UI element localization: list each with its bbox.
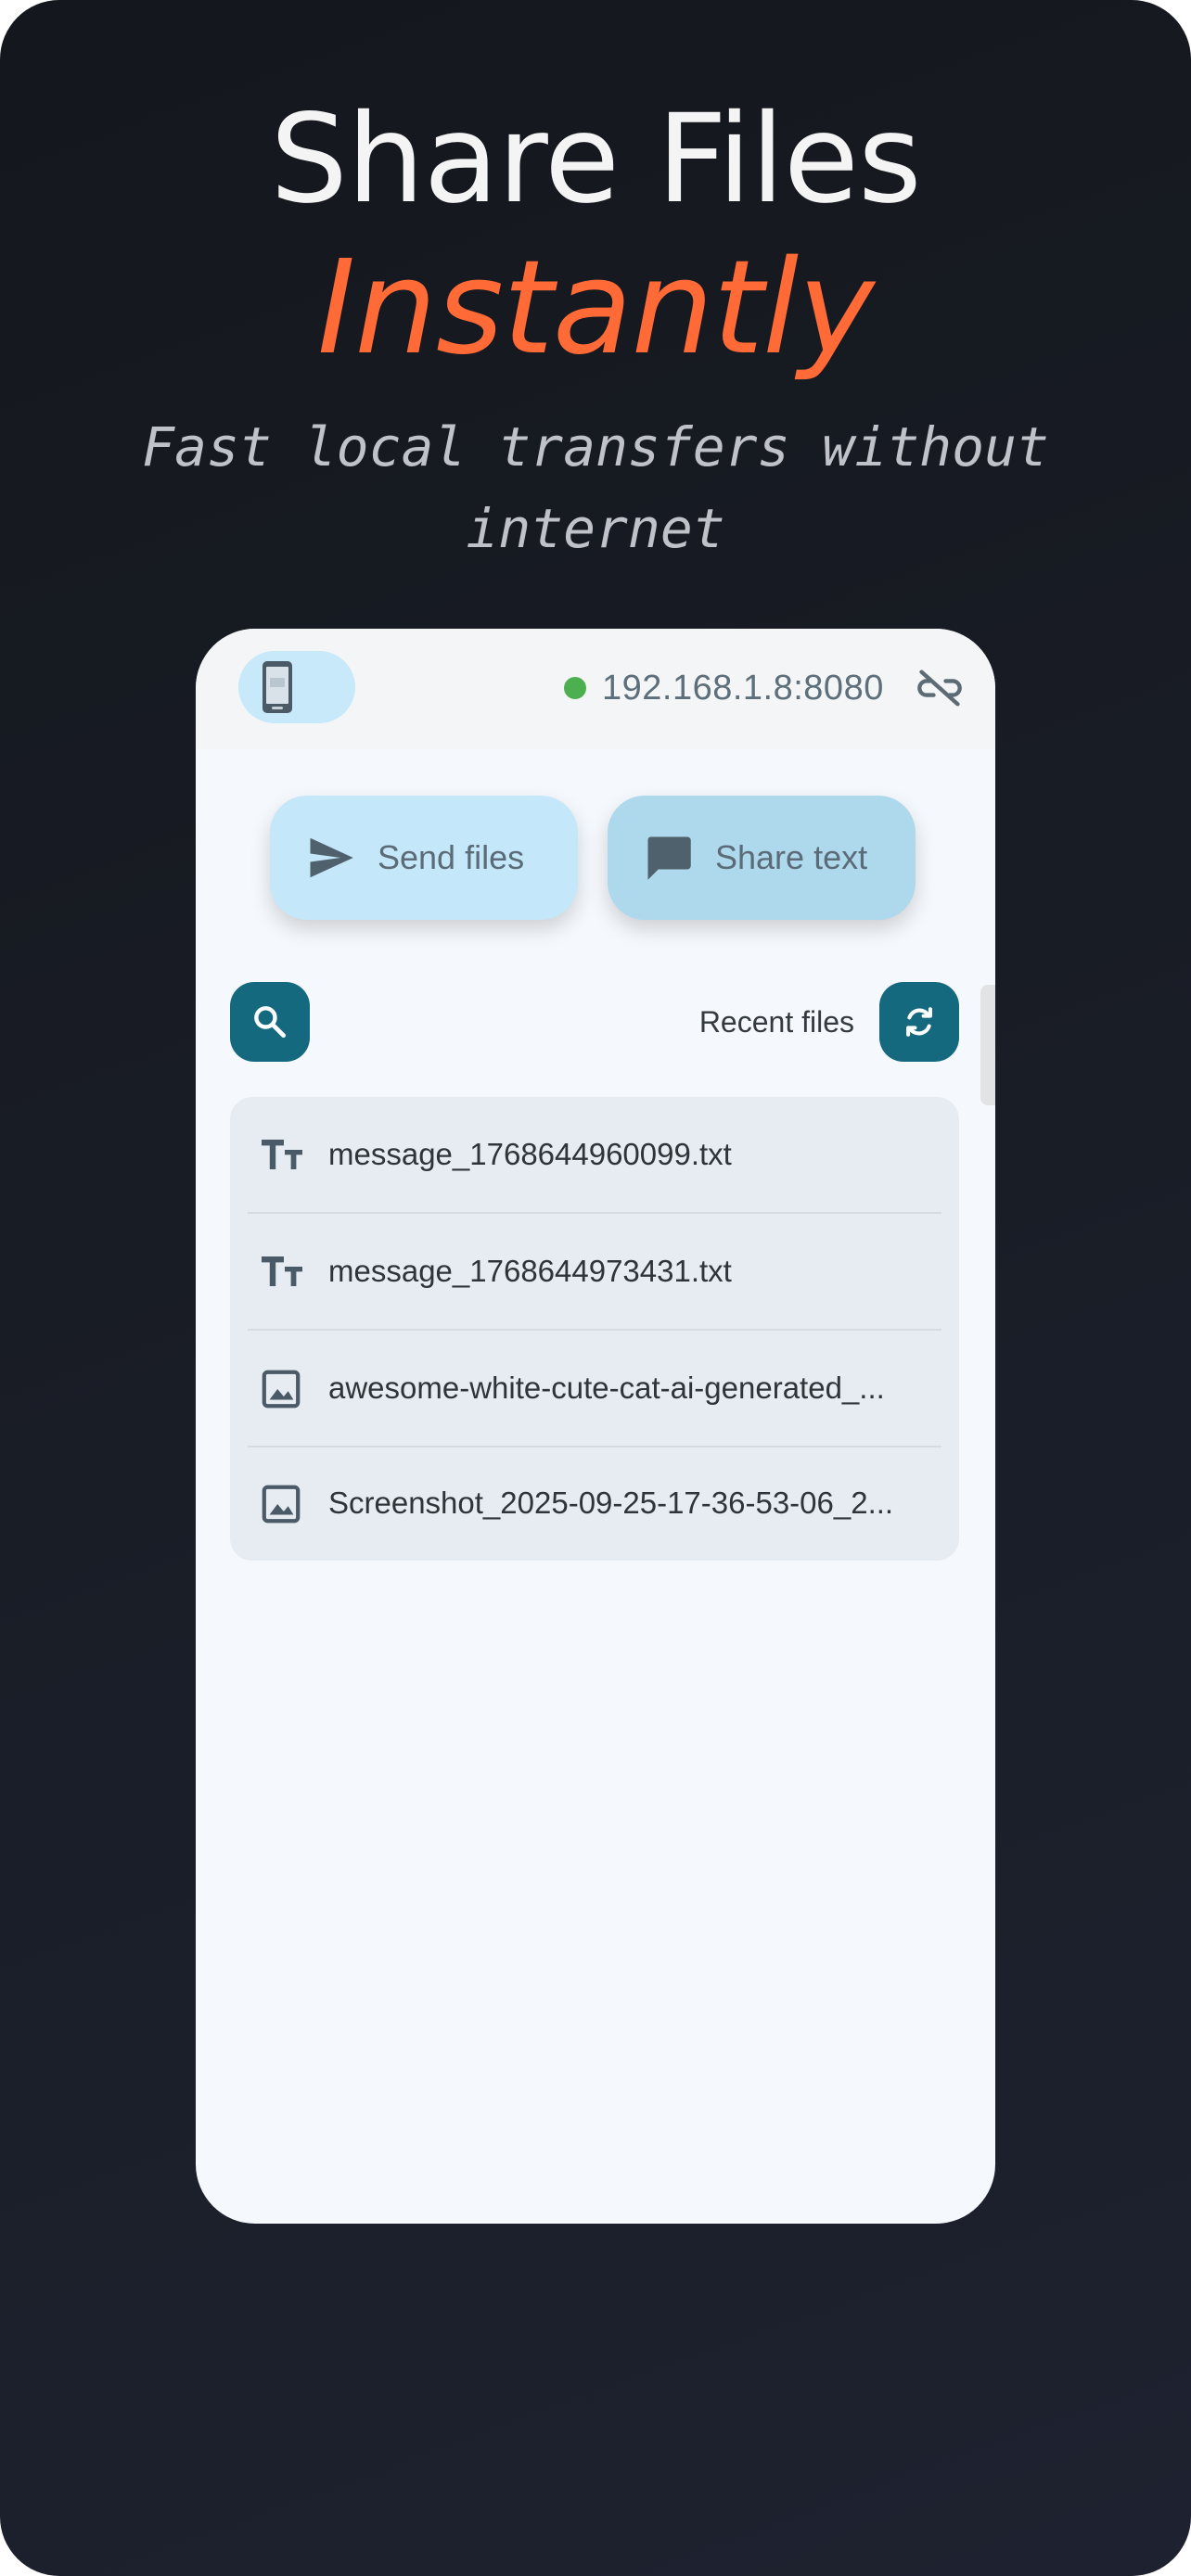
chat-icon bbox=[647, 836, 691, 880]
file-name: awesome-white-cute-cat-ai-generated_... bbox=[328, 1371, 885, 1405]
refresh-icon bbox=[906, 1007, 932, 1037]
send-files-label: Send files bbox=[378, 838, 525, 876]
text-icon bbox=[262, 1140, 302, 1169]
send-icon bbox=[310, 837, 353, 878]
share-text-button[interactable]: Share text bbox=[608, 796, 916, 920]
device-button[interactable] bbox=[238, 651, 355, 723]
share-text-label: Share text bbox=[715, 838, 868, 876]
app-top-bar: 192.168.1.8:8080 bbox=[196, 629, 995, 749]
search-button[interactable] bbox=[230, 982, 310, 1062]
recent-files-list: message_1768644960099.txt message_176864… bbox=[230, 1097, 959, 1561]
scrollbar[interactable] bbox=[980, 985, 995, 1105]
app-screen: 192.168.1.8:8080 Send files Share text R… bbox=[196, 629, 995, 2224]
send-files-button[interactable]: Send files bbox=[270, 796, 578, 920]
file-name: Screenshot_2025-09-25-17-36-53-06_2... bbox=[328, 1486, 894, 1520]
file-row[interactable]: Screenshot_2025-09-25-17-36-53-06_2... bbox=[230, 1446, 959, 1561]
file-name: message_1768644973431.txt bbox=[328, 1254, 732, 1288]
image-icon bbox=[262, 1485, 301, 1524]
hero-title: Share Files bbox=[270, 88, 922, 231]
search-icon bbox=[254, 1006, 287, 1039]
server-address: 192.168.1.8:8080 bbox=[602, 669, 884, 708]
phone-icon bbox=[263, 661, 292, 713]
promo-background: Share Files Instantly Fast local transfe… bbox=[0, 0, 1191, 2576]
hero-subtitle: Fast local transfers without internet bbox=[142, 415, 1049, 560]
file-row[interactable]: message_1768644960099.txt bbox=[230, 1097, 959, 1212]
link-off-icon[interactable] bbox=[916, 664, 964, 712]
file-row[interactable]: message_1768644973431.txt bbox=[230, 1214, 959, 1329]
file-row[interactable]: awesome-white-cute-cat-ai-generated_... bbox=[230, 1331, 959, 1446]
connection-status-dot bbox=[564, 677, 586, 699]
hero-accent-title: Instantly bbox=[316, 233, 875, 384]
image-icon bbox=[262, 1370, 301, 1409]
refresh-button[interactable] bbox=[879, 982, 959, 1062]
file-name: message_1768644960099.txt bbox=[328, 1137, 732, 1171]
recent-files-title: Recent files bbox=[698, 1005, 854, 1039]
text-icon bbox=[262, 1256, 302, 1286]
